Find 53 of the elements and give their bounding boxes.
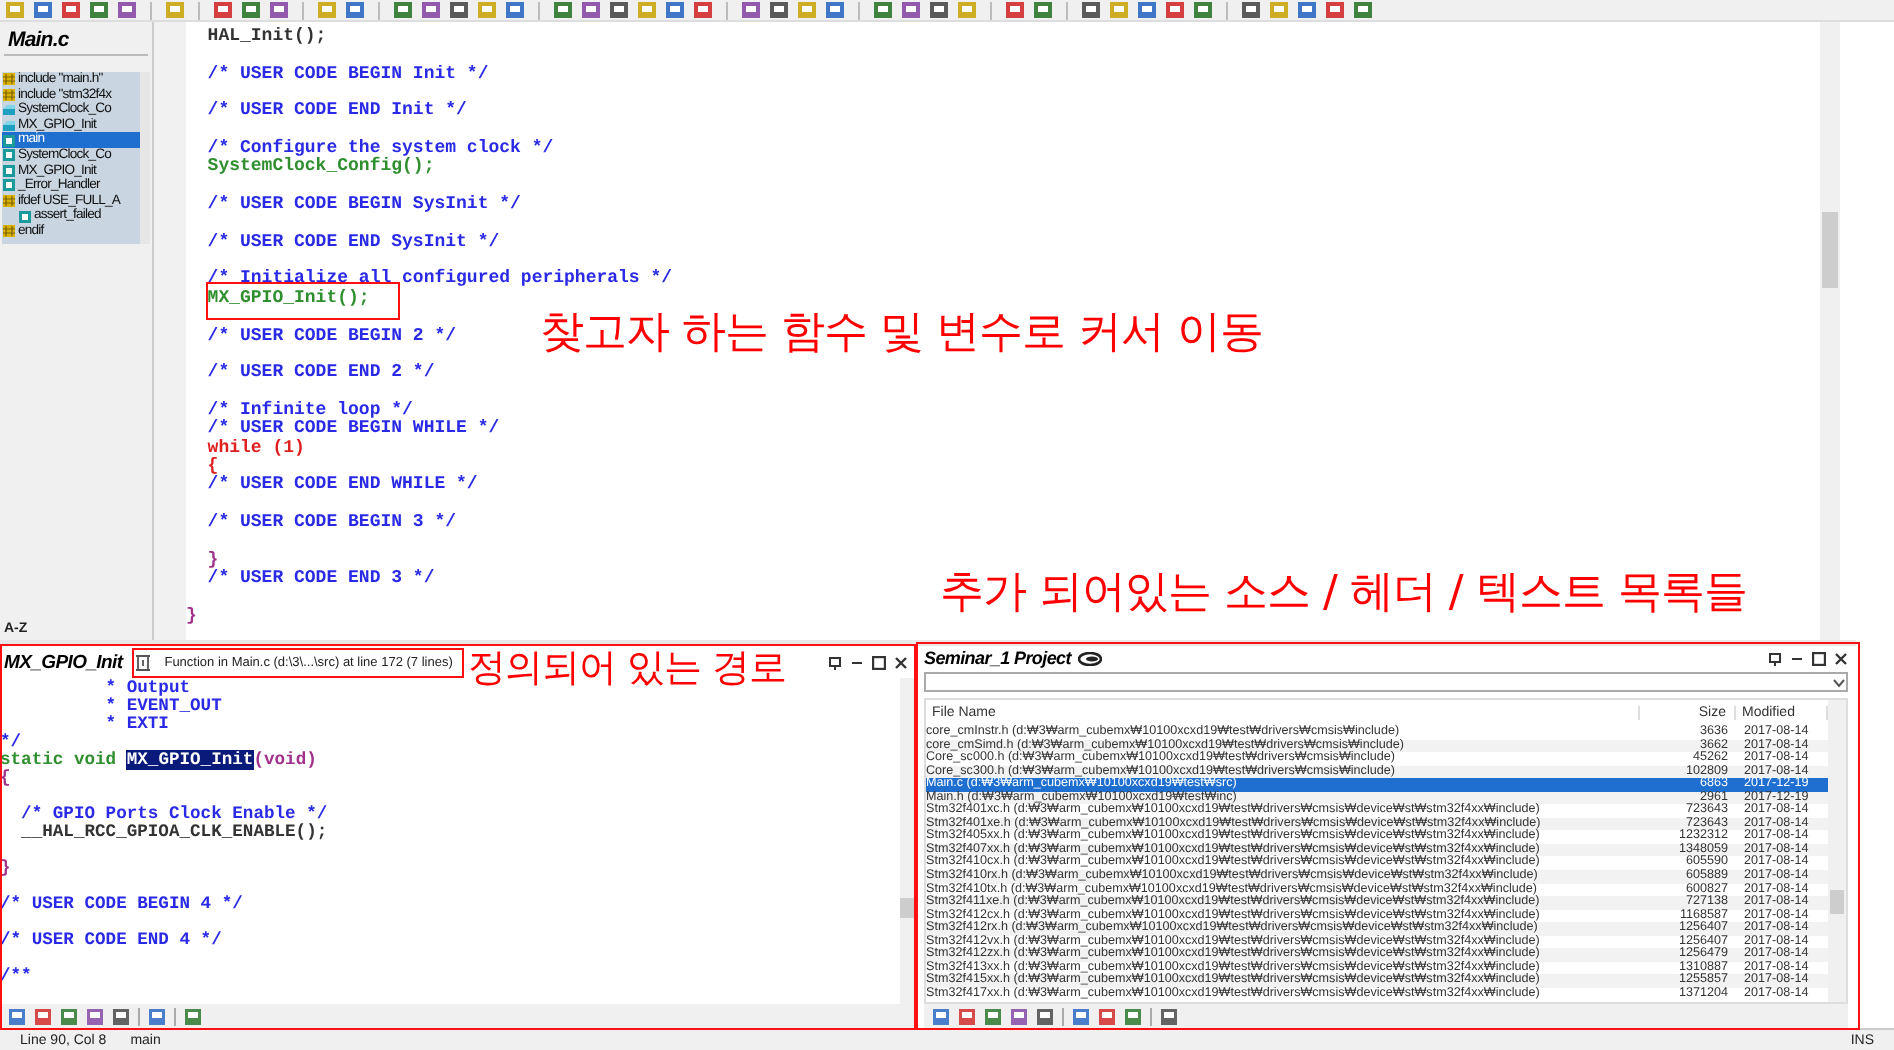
annotation-text: 찾고자 하는 함수 및 변수로 커서 이동 (540, 310, 1263, 358)
code-line: /* USER CODE END 4 */ (0, 928, 222, 950)
code-line: /* USER CODE END Init */ (205, 98, 467, 122)
code-line: /* GPIO Ports Clock Enable */ (19, 802, 328, 824)
hash-icon (2, 224, 16, 239)
vertical-scrollbar[interactable] (1820, 22, 1840, 640)
code-line: /* USER CODE BEGIN SysInit */ (205, 192, 521, 215)
chevron-down-icon (1832, 677, 1846, 687)
code-line: } (186, 603, 197, 626)
code-line: */ (0, 734, 22, 752)
code-line: /* USER CODE BEGIN 2 */ (205, 323, 457, 346)
code-line: /* USER CODE BEGIN 4 */ (0, 892, 243, 914)
pin-icon[interactable] (1768, 651, 1782, 665)
code-line: /* USER CODE BEGIN WHILE */ (205, 420, 500, 439)
close-icon[interactable] (894, 655, 908, 669)
code-line: /* USER CODE END 2 */ (205, 360, 435, 384)
hash-icon (2, 194, 16, 209)
code-line: /* Infinite loop */ (205, 397, 413, 420)
code-line: while (1) (205, 439, 305, 458)
function-icon (18, 209, 32, 224)
scrollbar-thumb[interactable] (1830, 890, 1844, 914)
code-line: } (205, 547, 219, 570)
code-line: /* USER CODE END WHILE */ (205, 476, 478, 496)
code-line: __HAL_RCC_GPIOA_CLK_ENABLE(); (19, 824, 328, 842)
code-line: static void MX_GPIO_Init(void) (0, 752, 317, 770)
code-line: HAL_Init(); (205, 28, 327, 47)
maximize-icon[interactable] (1812, 651, 1826, 665)
maximize-icon[interactable] (872, 655, 886, 669)
close-icon[interactable] (1834, 651, 1848, 665)
code-line: { (205, 457, 219, 476)
annotation-text: 추가 되어있는 소스 / 헤더 / 텍스트 목록들 (940, 570, 1747, 618)
annotation-text: 정의되어 있는 경로 (468, 644, 787, 692)
scrollbar-thumb[interactable] (1822, 212, 1838, 288)
code-line: /* Initialize all configured peripherals */ (205, 266, 673, 289)
code-line: /* USER CODE END SysInit */ (205, 229, 500, 253)
sync-icon[interactable] (134, 653, 153, 671)
symbol-window-title: Main.c (4, 22, 148, 56)
code-line: SystemClock_Config(); (205, 158, 435, 178)
code-line: * Output (103, 680, 191, 698)
code-line: /* USER CODE END 3 */ (205, 569, 435, 589)
pin-icon[interactable] (828, 655, 842, 669)
code-line: /** (0, 964, 32, 986)
code-line: MX_GPIO_Init(); (205, 289, 370, 309)
code-line: * EXTI (103, 716, 169, 734)
code-line: { (0, 770, 11, 788)
code-line: * EVENT_OUT (103, 698, 222, 716)
code-line: /* USER CODE BEGIN Init */ (205, 61, 489, 85)
code-line: /* USER CODE BEGIN 3 */ (205, 509, 457, 533)
window-title: Seminar_1 Project (924, 648, 1071, 668)
code-line: /* Configure the system clock */ (205, 136, 554, 159)
window-title: MX_GPIO_Init (4, 651, 123, 673)
code-line: } (0, 856, 11, 878)
vertical-scrollbar[interactable] (1828, 700, 1846, 1002)
